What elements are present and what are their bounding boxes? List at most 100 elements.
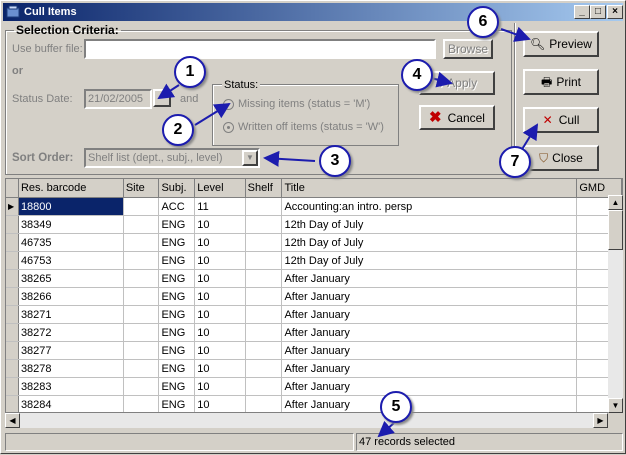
table-cell[interactable]: ENG: [158, 323, 196, 342]
table-cell[interactable]: After January: [281, 395, 578, 412]
col-res-barcode[interactable]: Res. barcode: [18, 179, 124, 198]
table-row[interactable]: 38278 ENG 10 After January: [6, 359, 622, 378]
table-cell[interactable]: 10: [194, 359, 246, 378]
close-button[interactable]: ⛉ Close: [523, 145, 599, 171]
table-cell[interactable]: [245, 359, 283, 378]
date-picker-button[interactable]: ...: [153, 89, 171, 107]
table-cell[interactable]: 12th Day of July: [281, 215, 578, 234]
row-indicator[interactable]: [6, 251, 19, 270]
table-cell[interactable]: [123, 215, 160, 234]
table-cell[interactable]: 38349: [18, 215, 124, 234]
cull-button[interactable]: ✕ Cull: [523, 107, 599, 133]
table-cell[interactable]: 38277: [18, 341, 124, 360]
row-indicator[interactable]: [6, 377, 19, 396]
table-cell[interactable]: [123, 251, 160, 270]
col-subj[interactable]: Subj.: [158, 179, 196, 198]
table-cell[interactable]: [123, 323, 160, 342]
title-bar[interactable]: Cull Items _ □ ×: [3, 3, 623, 21]
table-cell[interactable]: [123, 269, 160, 288]
table-cell[interactable]: ENG: [158, 377, 196, 396]
table-cell[interactable]: 12th Day of July: [281, 251, 578, 270]
table-cell[interactable]: [245, 323, 283, 342]
table-cell[interactable]: 38271: [18, 305, 124, 324]
table-cell[interactable]: [123, 305, 160, 324]
table-cell[interactable]: 38278: [18, 359, 124, 378]
print-button[interactable]: 🖶 Print: [523, 69, 599, 95]
table-cell[interactable]: 10: [194, 269, 246, 288]
scroll-down-icon[interactable]: ▼: [608, 398, 623, 413]
table-row[interactable]: 46753 ENG 10 12th Day of July: [6, 251, 622, 270]
table-cell[interactable]: 18800: [18, 197, 124, 216]
row-indicator[interactable]: [6, 305, 19, 324]
table-cell[interactable]: ENG: [158, 341, 196, 360]
vertical-scrollbar[interactable]: ▲ ▼: [608, 195, 623, 413]
maximize-button[interactable]: □: [590, 5, 606, 19]
sort-order-select[interactable]: Shelf list (dept., subj., level): [84, 148, 260, 168]
table-cell[interactable]: [245, 269, 283, 288]
row-indicator[interactable]: [6, 395, 19, 412]
table-row[interactable]: 38277 ENG 10 After January: [6, 341, 622, 360]
table-cell[interactable]: After January: [281, 269, 578, 288]
table-cell[interactable]: 38284: [18, 395, 124, 412]
table-cell[interactable]: 10: [194, 341, 246, 360]
missing-items-label[interactable]: Missing items (status = 'M'): [238, 98, 370, 110]
table-cell[interactable]: 10: [194, 287, 246, 306]
buffer-file-input[interactable]: [84, 39, 436, 59]
table-cell[interactable]: [123, 197, 160, 216]
col-level[interactable]: Level: [194, 179, 246, 198]
table-row[interactable]: ▶ 18800 ACC 11 Accounting:an intro. persp: [6, 197, 622, 216]
table-cell[interactable]: [123, 341, 160, 360]
preview-button[interactable]: 🔍︎ Preview: [523, 31, 599, 57]
table-cell[interactable]: 10: [194, 305, 246, 324]
table-cell[interactable]: [245, 305, 283, 324]
row-indicator[interactable]: [6, 233, 19, 252]
written-off-items-radio[interactable]: [223, 122, 234, 133]
row-indicator[interactable]: ▶: [6, 197, 19, 216]
table-cell[interactable]: [245, 395, 283, 412]
table-cell[interactable]: ENG: [158, 359, 196, 378]
table-cell[interactable]: 38266: [18, 287, 124, 306]
table-row[interactable]: 38284 ENG 10 After January: [6, 395, 622, 412]
table-cell[interactable]: 12th Day of July: [281, 233, 578, 252]
table-cell[interactable]: 10: [194, 377, 246, 396]
table-row[interactable]: 38272 ENG 10 After January: [6, 323, 622, 342]
scroll-up-icon[interactable]: ▲: [608, 195, 623, 210]
scroll-right-icon[interactable]: ▶: [593, 413, 608, 428]
table-cell[interactable]: ENG: [158, 395, 196, 412]
table-cell[interactable]: 46735: [18, 233, 124, 252]
table-cell[interactable]: After January: [281, 359, 578, 378]
vertical-scroll-thumb[interactable]: [608, 210, 623, 250]
table-cell[interactable]: 10: [194, 215, 246, 234]
col-site[interactable]: Site: [123, 179, 160, 198]
table-cell[interactable]: 10: [194, 395, 246, 412]
table-cell[interactable]: After January: [281, 323, 578, 342]
table-cell[interactable]: 10: [194, 233, 246, 252]
minimize-button[interactable]: _: [574, 5, 590, 19]
table-cell[interactable]: 38265: [18, 269, 124, 288]
table-cell[interactable]: After January: [281, 341, 578, 360]
table-row[interactable]: 38265 ENG 10 After January: [6, 269, 622, 288]
table-row[interactable]: 38349 ENG 10 12th Day of July: [6, 215, 622, 234]
table-cell[interactable]: ENG: [158, 287, 196, 306]
table-cell[interactable]: 10: [194, 323, 246, 342]
table-row[interactable]: 46735 ENG 10 12th Day of July: [6, 233, 622, 252]
table-cell[interactable]: ACC: [158, 197, 196, 216]
table-cell[interactable]: [245, 251, 283, 270]
table-cell[interactable]: 38283: [18, 377, 124, 396]
row-indicator[interactable]: [6, 287, 19, 306]
close-window-button[interactable]: ×: [607, 5, 623, 19]
results-grid[interactable]: Res. barcode Site Subj. Level Shelf Titl…: [5, 178, 623, 413]
col-title[interactable]: Title: [281, 179, 578, 198]
table-cell[interactable]: [123, 287, 160, 306]
table-cell[interactable]: [123, 395, 160, 412]
scroll-left-icon[interactable]: ◀: [5, 413, 20, 428]
table-row[interactable]: 38271 ENG 10 After January: [6, 305, 622, 324]
chevron-down-icon[interactable]: ▼: [242, 150, 258, 166]
table-cell[interactable]: 10: [194, 251, 246, 270]
table-cell[interactable]: 38272: [18, 323, 124, 342]
table-cell[interactable]: [245, 215, 283, 234]
table-cell[interactable]: [123, 233, 160, 252]
table-cell[interactable]: 46753: [18, 251, 124, 270]
table-cell[interactable]: [245, 341, 283, 360]
col-shelf[interactable]: Shelf: [245, 179, 283, 198]
